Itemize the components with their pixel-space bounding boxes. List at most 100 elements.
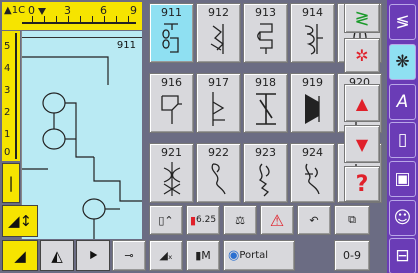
stitch-916-button[interactable]: 916 [149, 73, 194, 133]
help-button[interactable]: ? [344, 166, 380, 202]
stitch-924-button[interactable]: 924 [290, 143, 335, 203]
zigzag-icon: ≷ [354, 7, 370, 29]
stitch-917-icon [212, 92, 225, 126]
help-label: ? [355, 171, 369, 197]
stitch-number: 924 [302, 146, 323, 159]
m-button[interactable]: ▮ M [186, 240, 220, 271]
scroll-down-button[interactable]: ▼ [344, 125, 380, 163]
stitch-923-button[interactable]: 923 [243, 143, 288, 203]
stitch-number: 913 [255, 6, 276, 19]
ruler-marker [38, 8, 46, 15]
stitch-category-button[interactable]: ≷ [344, 3, 380, 33]
undo-button[interactable]: ↶ [297, 205, 331, 235]
vruler-number-4: 4 [4, 63, 11, 74]
stitch-911-button[interactable]: 911 [149, 3, 194, 63]
arrow-down-icon: ▼ [355, 134, 369, 154]
decorative-stitch-icon: ❋ [395, 52, 410, 72]
stitch-preview: 911 [21, 31, 142, 239]
m-label: M [201, 249, 211, 262]
stitch-911-icon [162, 23, 179, 53]
pattern-end-icon: ✲ [355, 46, 369, 65]
stitch-917-button[interactable]: 917 [196, 73, 241, 133]
mirror-vertical-button[interactable]: ◢↕ [2, 205, 38, 237]
scroll-up-button[interactable]: ▲ [344, 84, 380, 122]
arrow-up-icon: ▲ [355, 93, 369, 113]
mirror-left-right-button[interactable]: ◭ [40, 240, 74, 271]
stitch-number: 916 [161, 76, 182, 89]
vruler-number-0: 0 [4, 147, 11, 158]
horizontal-ruler: ▲1C 0 3 6 9 [2, 2, 142, 30]
undo-icon: ↶ [309, 213, 319, 227]
practical-stitches-button[interactable]: ≶ [389, 4, 416, 40]
multiply-button[interactable]: ◢ₓ [149, 240, 183, 271]
right-sidebar: ≶ ❋ A ▯ ▣ ☺ ⊟ [387, 0, 418, 273]
warning-button[interactable]: ⚠ [260, 205, 294, 235]
personal-program-button[interactable]: ☺ [389, 200, 416, 236]
stitch-913-icon [257, 23, 273, 54]
stitch-921-icon [163, 162, 181, 196]
ruler-line [22, 22, 136, 24]
stitch-number: 911 [161, 6, 182, 19]
buttonholes-button[interactable]: ▯ [389, 122, 416, 158]
ruler-icon-label: 1C [11, 5, 26, 16]
vruler-number-2: 2 [4, 107, 11, 118]
quilt-stitches-button[interactable]: ▣ [389, 161, 416, 197]
edit-mode-button[interactable]: ◢ [2, 240, 38, 271]
tension-icon: ⊸ [124, 249, 134, 262]
stitch-914-button[interactable]: 914 [290, 3, 335, 63]
stitch-921-button[interactable]: 921 [149, 143, 194, 203]
stitch-width-icon: ▲1C [4, 5, 26, 16]
stitch-922-button[interactable]: 922 [196, 143, 241, 203]
stitch-913-button[interactable]: 913 [243, 3, 288, 63]
memory-icon: ⧉ [348, 213, 356, 226]
range-label: 0-9 [343, 249, 361, 262]
memory-button[interactable]: ⧉ [334, 205, 370, 235]
stitch-914-icon [304, 24, 323, 55]
stitch-912-button[interactable]: 912 [196, 3, 241, 63]
stitch-number: 921 [161, 146, 182, 159]
needle-value: 6.25 [196, 215, 217, 225]
pattern-end-button[interactable]: ✲ [344, 38, 380, 73]
alphabets-button[interactable]: A [389, 84, 416, 120]
warning-icon: ⚠ [269, 210, 285, 230]
stitch-918-button[interactable]: 918 [243, 73, 288, 133]
vruler-number-5: 5 [4, 41, 11, 52]
portal-button[interactable]: ◉ Portal [223, 240, 295, 271]
range-button[interactable]: 0-9 [334, 240, 370, 271]
stitch-number: 917 [208, 76, 229, 89]
sewing-machine-screen: ▲1C 0 3 6 9 5 4 3 2 1 0 911 | ◢↕ ◢ ◭ ⯈ 9… [0, 0, 418, 273]
stitch-number: 914 [302, 6, 323, 19]
stitch-number: 912 [208, 6, 229, 19]
stitch-919-icon [305, 94, 320, 124]
stitch-number: 919 [302, 76, 323, 89]
stitch-923-icon [258, 163, 270, 197]
stitch-number: 923 [255, 146, 276, 159]
memory-folder-button[interactable]: ⊟ [389, 238, 416, 273]
needle-position-button[interactable]: ▯⌃ [149, 205, 183, 235]
ruler-number-9: 9 [130, 4, 137, 17]
vruler-number-3: 3 [4, 85, 11, 96]
thread-tension-button[interactable]: ⊸ [112, 240, 146, 271]
quilt-icon: ▣ [394, 169, 411, 189]
vertical-ruler: 5 4 3 2 1 0 [2, 31, 20, 161]
stitch-number: 918 [255, 76, 276, 89]
stitch-width-button[interactable]: | [2, 163, 20, 203]
buttonhole-icon: ▯ [397, 130, 408, 150]
stitch-912-icon [210, 24, 224, 54]
folder-icon: ⊟ [395, 246, 410, 266]
globe-icon: ◉ [228, 248, 240, 263]
decorative-stitches-button[interactable]: ❋ [389, 44, 416, 80]
needle-icon: ▯⌃ [158, 213, 174, 227]
needle-stop-button[interactable]: ▮ 6.25 [186, 205, 220, 235]
balance-button[interactable]: ⚖ [223, 205, 257, 235]
vruler-number-1: 1 [4, 129, 11, 140]
zigzag-stitch-icon: ≶ [395, 12, 410, 32]
multiply-icon: ◢ₓ [159, 249, 173, 262]
stitch-number: 922 [208, 146, 229, 159]
stitch-916-icon [161, 95, 182, 124]
alphabet-icon: A [396, 92, 409, 112]
stitch-922-icon [211, 163, 226, 195]
smiley-icon: ☺ [393, 208, 412, 228]
direction-button[interactable]: ⯈ [76, 240, 110, 271]
stitch-919-button[interactable]: 919 [290, 73, 335, 133]
